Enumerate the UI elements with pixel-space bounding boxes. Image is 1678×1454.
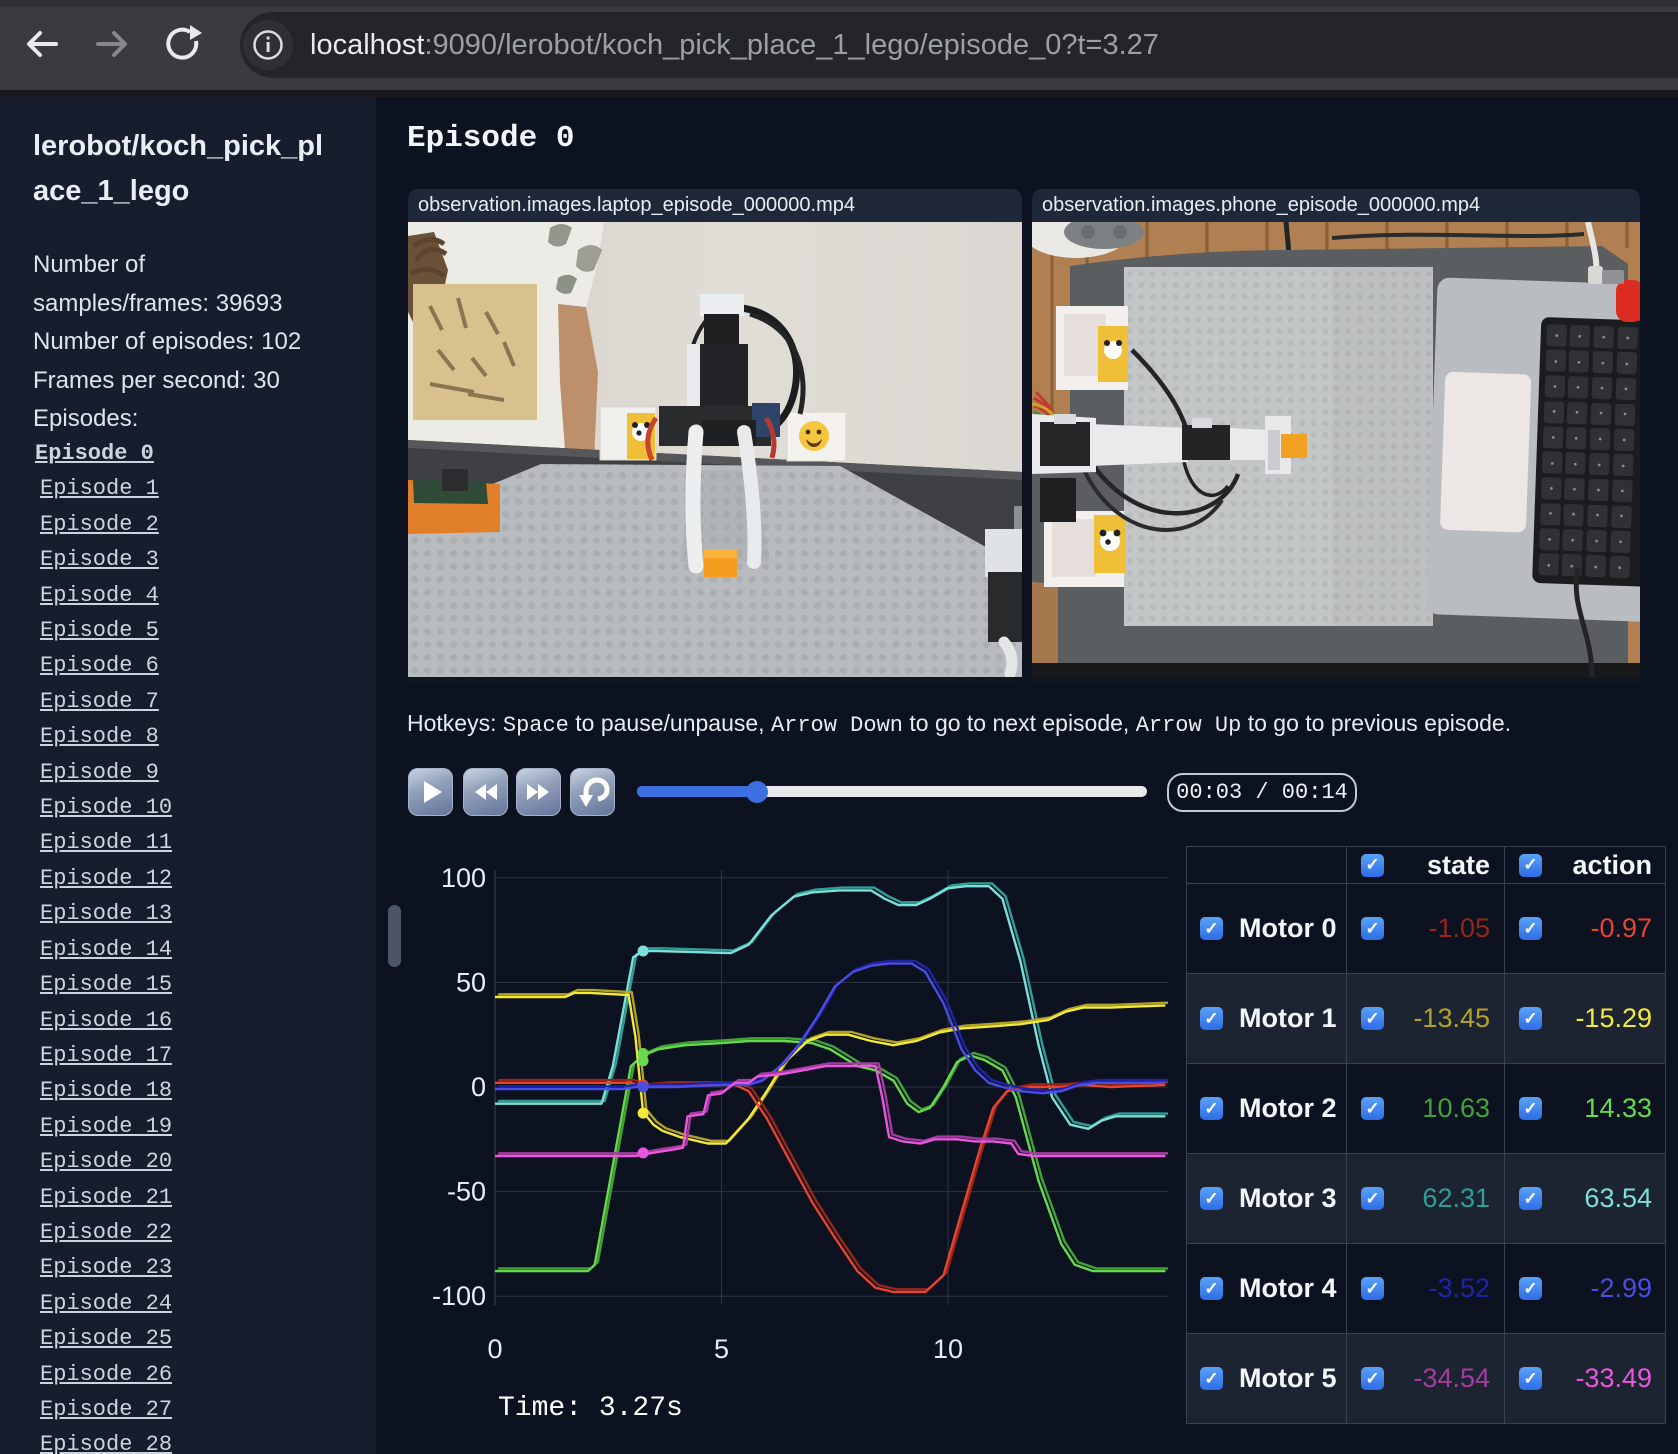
svg-text:50: 50 [456,967,486,997]
svg-text:-50: -50 [447,1177,486,1207]
svg-text:10: 10 [933,1334,963,1364]
svg-text:-100: -100 [432,1281,486,1311]
svg-text:0: 0 [487,1334,502,1364]
svg-text:0: 0 [471,1072,486,1102]
svg-text:100: 100 [441,863,486,893]
svg-text:5: 5 [714,1334,729,1364]
svg-text:Time: 3.27s: Time: 3.27s [498,1393,683,1424]
